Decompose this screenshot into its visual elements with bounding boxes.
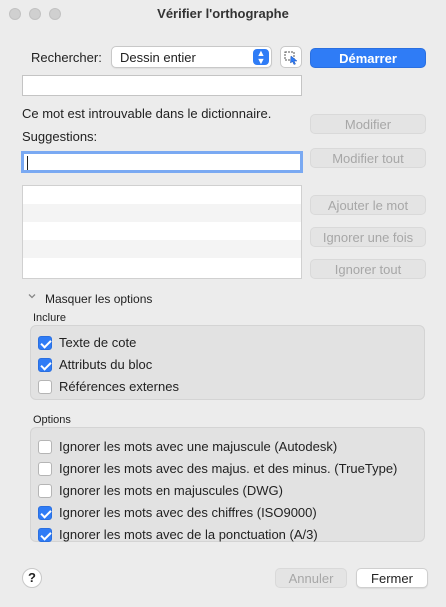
options-group-label: Options (33, 414, 71, 426)
ignore-all-button[interactable]: Ignorer tout (310, 259, 426, 279)
option-checkbox-5[interactable] (38, 528, 52, 542)
modify-all-button[interactable]: Modifier tout (310, 148, 426, 168)
select-objects-button[interactable] (280, 46, 302, 68)
option-checkbox-label[interactable]: Ignorer les mots avec des chiffres (ISO9… (59, 505, 317, 520)
option-checkbox-label[interactable]: Ignorer les mots avec des majus. et des … (59, 461, 397, 476)
option-checkbox-3[interactable] (38, 484, 52, 498)
option-checkbox-4[interactable] (38, 506, 52, 520)
close-button[interactable]: Fermer (356, 568, 428, 588)
current-word-field[interactable] (22, 75, 302, 96)
start-button[interactable]: Démarrer (310, 48, 426, 68)
option-checkbox-2[interactable] (38, 462, 52, 476)
ignore-once-button[interactable]: Ignorer une fois (310, 227, 426, 247)
not-found-message: Ce mot est introuvable dans le dictionna… (22, 106, 272, 121)
include-checkbox-label[interactable]: Attributs du bloc (59, 357, 152, 372)
list-item[interactable] (23, 258, 301, 276)
select-stepper-icon: ▲ ▼ (253, 49, 269, 66)
include-checkbox-3[interactable] (38, 380, 52, 394)
text-caret (27, 156, 28, 170)
help-button[interactable]: ? (22, 568, 42, 588)
add-word-button[interactable]: Ajouter le mot (310, 195, 426, 215)
include-checkbox-1[interactable] (38, 336, 52, 350)
search-scope-value: Dessin entier (120, 50, 196, 65)
option-checkbox-label[interactable]: Ignorer les mots avec une majuscule (Aut… (59, 439, 337, 454)
list-item[interactable] (23, 222, 301, 240)
include-checkbox-2[interactable] (38, 358, 52, 372)
include-checkbox-label[interactable]: Texte de cote (59, 335, 136, 350)
option-checkbox-label[interactable]: Ignorer les mots en majuscules (DWG) (59, 483, 283, 498)
title-bar: Vérifier l'orthographe (0, 0, 446, 28)
include-group-label: Inclure (33, 312, 67, 324)
suggestion-input[interactable] (21, 151, 303, 173)
list-item[interactable] (23, 204, 301, 222)
option-checkbox-label[interactable]: Ignorer les mots avec de la ponctuation … (59, 527, 318, 542)
search-scope-select[interactable]: Dessin entier ▲ ▼ (111, 46, 272, 68)
suggestions-label: Suggestions: (22, 129, 98, 144)
chevron-down-icon[interactable] (27, 291, 37, 304)
cancel-button[interactable]: Annuler (275, 568, 347, 588)
include-checkbox-label[interactable]: Références externes (59, 379, 179, 394)
search-label: Rechercher: (31, 50, 102, 65)
window-title: Vérifier l'orthographe (157, 6, 289, 21)
list-item[interactable] (23, 240, 301, 258)
select-objects-icon (284, 51, 298, 65)
list-item[interactable] (23, 186, 301, 204)
option-checkbox-1[interactable] (38, 440, 52, 454)
modify-button[interactable]: Modifier (310, 114, 426, 134)
hide-options-toggle[interactable]: Masquer les options (45, 292, 152, 306)
suggestions-list[interactable] (22, 185, 302, 279)
